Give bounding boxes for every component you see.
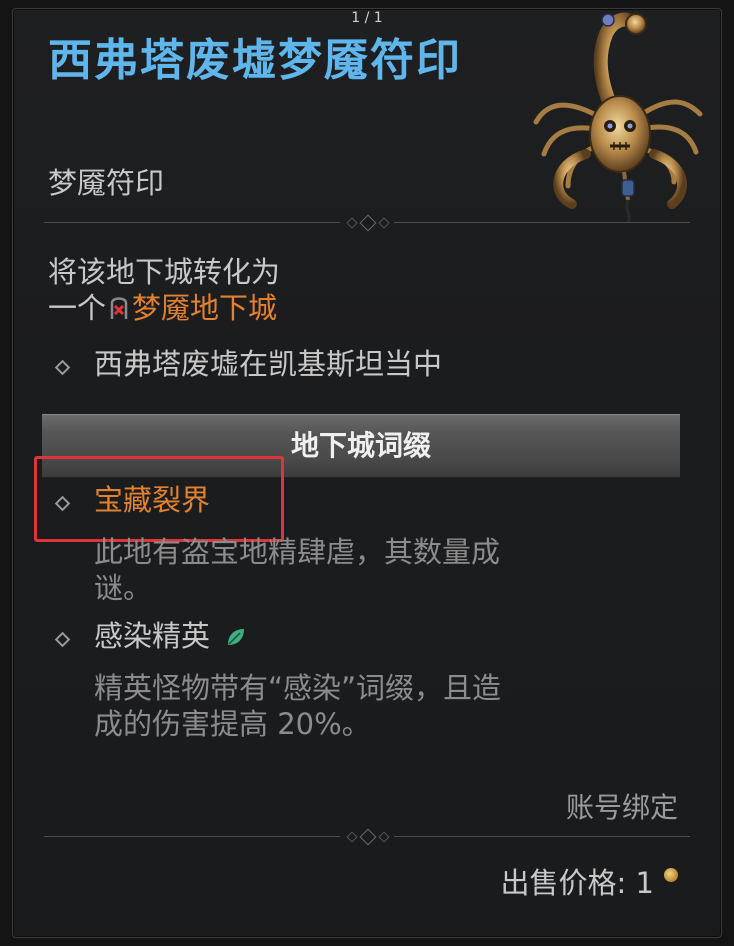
description-line-1: 将该地下城转化为	[48, 255, 281, 289]
item-type: 梦魇符印	[48, 166, 165, 200]
highlight-box	[34, 456, 284, 542]
affix-description: 精英怪物带有“感染”词缀，且造 成的伤害提高 20%。	[94, 670, 501, 742]
nightmare-dungeon-link: 梦魇地下城	[132, 291, 278, 325]
section-divider	[44, 828, 690, 846]
affix-description-line: 精英怪物带有“感染”词缀，且造	[94, 671, 502, 705]
nightmare-sigil-scorpion-icon	[533, 12, 703, 223]
binding-status: 账号绑定	[565, 791, 678, 824]
description-line-2: 一个 梦魇地下城	[48, 290, 280, 326]
sell-price-value: 1	[635, 866, 654, 900]
affix-description-line: 此地有盗宝地精肆虐，其数量成	[94, 535, 501, 569]
sell-price-label: 出售价格:	[500, 866, 627, 900]
item-title: 西弗塔废墟梦魇符印	[48, 35, 462, 86]
affix-description-line: 谜。	[94, 571, 153, 605]
affix-description-line: 成的伤害提高 20%。	[94, 707, 371, 741]
nightmare-dungeon-icon	[109, 293, 129, 319]
dungeon-location: 西弗塔废墟在凯基斯坦当中	[94, 347, 443, 381]
item-description: 将该地下城转化为 一个 梦魇地下城	[48, 254, 280, 326]
gold-coin-icon	[664, 868, 678, 882]
section-divider	[44, 214, 690, 232]
affix-name-label: 感染精英	[94, 619, 211, 653]
affix-name-infected-elite: 感染精英	[94, 618, 247, 654]
sell-price: 出售价格: 1	[501, 860, 654, 902]
description-prefix: 一个	[48, 291, 107, 325]
affix-description: 此地有盗宝地精肆虐，其数量成 谜。	[94, 534, 500, 606]
leaf-icon	[225, 620, 247, 645]
